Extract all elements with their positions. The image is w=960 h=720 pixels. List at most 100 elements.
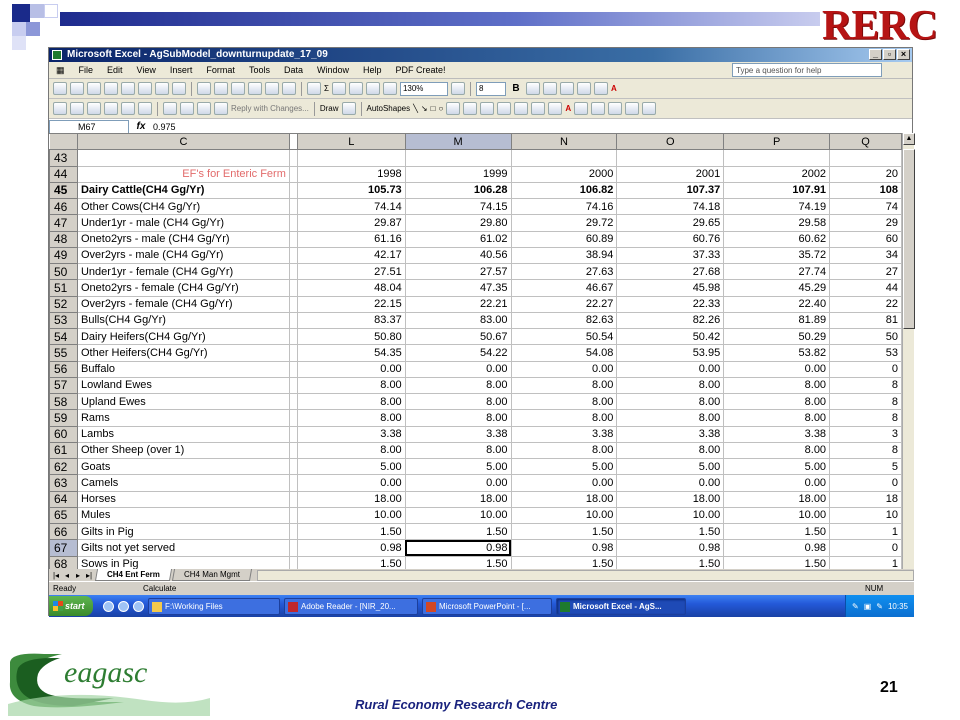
data-cell[interactable]: 18.00: [723, 490, 831, 508]
data-cell[interactable]: 8.00: [616, 376, 725, 395]
first-sheet-button[interactable]: |◂: [51, 571, 61, 580]
data-cell[interactable]: 106.82: [510, 181, 618, 200]
data-cell[interactable]: 107.37: [616, 181, 725, 200]
row-header[interactable]: 44: [49, 165, 78, 183]
open-icon[interactable]: [70, 82, 84, 95]
autosum-icon[interactable]: Σ: [324, 84, 329, 93]
row-header[interactable]: 59: [49, 409, 78, 427]
fx-icon[interactable]: fx: [129, 121, 153, 132]
data-cell[interactable]: 1.50: [723, 522, 831, 541]
data-cell[interactable]: 0: [829, 474, 902, 492]
data-cell[interactable]: 18.00: [404, 490, 512, 508]
data-cell[interactable]: 29.87: [296, 214, 406, 232]
prev-sheet-button[interactable]: ◂: [62, 571, 72, 580]
row-label-cell[interactable]: Bulls(CH4 Gg/Yr): [76, 311, 290, 330]
format-painter-icon[interactable]: [248, 82, 262, 95]
undo-icon[interactable]: [265, 82, 279, 95]
data-cell[interactable]: 45.29: [723, 279, 831, 297]
data-cell[interactable]: 8.00: [296, 409, 406, 427]
oval-icon[interactable]: ○: [438, 104, 443, 113]
tray-icon[interactable]: ✎: [852, 602, 859, 611]
align-center-icon[interactable]: [542, 82, 557, 95]
data-cell[interactable]: 105.73: [296, 181, 406, 200]
row-header[interactable]: 56: [49, 360, 78, 378]
row-label-cell[interactable]: [76, 149, 290, 167]
data-cell[interactable]: 22: [829, 295, 902, 313]
row-header[interactable]: 47: [49, 214, 78, 232]
data-cell[interactable]: 106.28: [404, 181, 512, 200]
data-cell[interactable]: 108: [829, 181, 902, 200]
row-label-cell[interactable]: Mules: [76, 506, 290, 525]
data-cell[interactable]: 1: [829, 555, 902, 569]
data-cell[interactable]: 3.38: [510, 425, 618, 443]
data-cell[interactable]: 8.00: [404, 392, 512, 411]
row-header[interactable]: 54: [49, 327, 78, 346]
data-cell[interactable]: 8.00: [510, 441, 618, 460]
data-cell[interactable]: 0.98: [510, 539, 618, 557]
data-cell[interactable]: 5: [829, 457, 902, 476]
row-label-cell[interactable]: Under1yr - male (CH4 Gg/Yr): [76, 214, 290, 232]
data-cell[interactable]: 1.50: [616, 522, 725, 541]
data-cell[interactable]: 0: [829, 360, 902, 378]
row-header[interactable]: 49: [49, 246, 78, 265]
data-cell[interactable]: 0.00: [723, 474, 831, 492]
data-cell[interactable]: 5.00: [296, 457, 406, 476]
restore-button[interactable]: ▫: [883, 49, 896, 60]
data-cell[interactable]: 50.54: [510, 327, 618, 346]
menu-insert[interactable]: Insert: [163, 65, 200, 75]
scroll-thumb[interactable]: [903, 149, 915, 329]
shadow-icon[interactable]: [625, 102, 640, 115]
data-cell[interactable]: 3.38: [296, 425, 406, 443]
paste-icon[interactable]: [231, 82, 245, 95]
data-cell[interactable]: 8: [829, 409, 902, 427]
data-cell[interactable]: 50.29: [723, 327, 831, 346]
data-cell[interactable]: 50: [829, 327, 902, 346]
column-header-q[interactable]: Q: [829, 133, 902, 151]
data-cell[interactable]: 8: [829, 376, 902, 395]
row-header[interactable]: 65: [49, 506, 78, 525]
data-cell[interactable]: 50.80: [296, 327, 406, 346]
data-cell[interactable]: 53.82: [723, 344, 831, 362]
arrow-icon[interactable]: ↘: [421, 104, 428, 113]
data-cell[interactable]: 74.19: [723, 197, 831, 216]
row-header[interactable]: 50: [49, 262, 78, 281]
data-cell[interactable]: 8.00: [296, 376, 406, 395]
align-right-icon[interactable]: [559, 82, 574, 95]
menu-edit[interactable]: Edit: [100, 65, 130, 75]
row-header[interactable]: 45: [49, 181, 78, 200]
data-cell[interactable]: 8: [829, 392, 902, 411]
row-label-cell[interactable]: Over2yrs - male (CH4 Gg/Yr): [76, 246, 290, 265]
row-label-cell[interactable]: Lowland Ewes: [76, 376, 290, 395]
data-cell[interactable]: 5.00: [510, 457, 618, 476]
row-label-cell[interactable]: Under1yr - female (CH4 Gg/Yr): [76, 262, 290, 281]
data-cell[interactable]: 44: [829, 279, 902, 297]
data-cell[interactable]: 83.00: [404, 311, 512, 330]
row-label-cell[interactable]: Upland Ewes: [76, 392, 290, 411]
data-cell[interactable]: 47.35: [404, 279, 512, 297]
menu-icon[interactable]: ▦: [49, 65, 72, 76]
taskbar-item-adobe-reader[interactable]: Adobe Reader - [NIR_20...: [284, 597, 418, 615]
data-cell[interactable]: 45.98: [616, 279, 725, 297]
data-cell[interactable]: [723, 149, 831, 167]
permission-icon[interactable]: [104, 82, 118, 95]
column-header-c[interactable]: C: [76, 133, 290, 151]
data-cell[interactable]: 29.58: [723, 214, 831, 232]
data-cell[interactable]: 18.00: [296, 490, 406, 508]
line-color-icon[interactable]: [548, 102, 563, 115]
data-cell[interactable]: 50.67: [404, 327, 512, 346]
data-cell[interactable]: 10.00: [404, 506, 512, 525]
data-cell[interactable]: 2002: [723, 165, 831, 183]
data-cell[interactable]: 27.57: [404, 262, 512, 281]
data-cell[interactable]: 22.33: [616, 295, 725, 313]
data-cell[interactable]: 0.00: [510, 360, 618, 378]
data-cell[interactable]: 61.16: [296, 230, 406, 248]
row-label-cell[interactable]: Rams: [76, 409, 290, 427]
data-cell[interactable]: 10.00: [296, 506, 406, 525]
fill-color-icon[interactable]: [531, 102, 546, 115]
sheet-tab-ch4-ent-ferm[interactable]: CH4 Ent Ferm: [94, 569, 172, 581]
research-icon[interactable]: [172, 82, 186, 95]
menu-pdf-create[interactable]: PDF Create!: [389, 65, 453, 75]
row-label-cell[interactable]: Dairy Heifers(CH4 Gg/Yr): [76, 327, 290, 346]
row-label-cell[interactable]: Sows in Pig: [76, 555, 290, 569]
data-cell[interactable]: 82.63: [510, 311, 618, 330]
